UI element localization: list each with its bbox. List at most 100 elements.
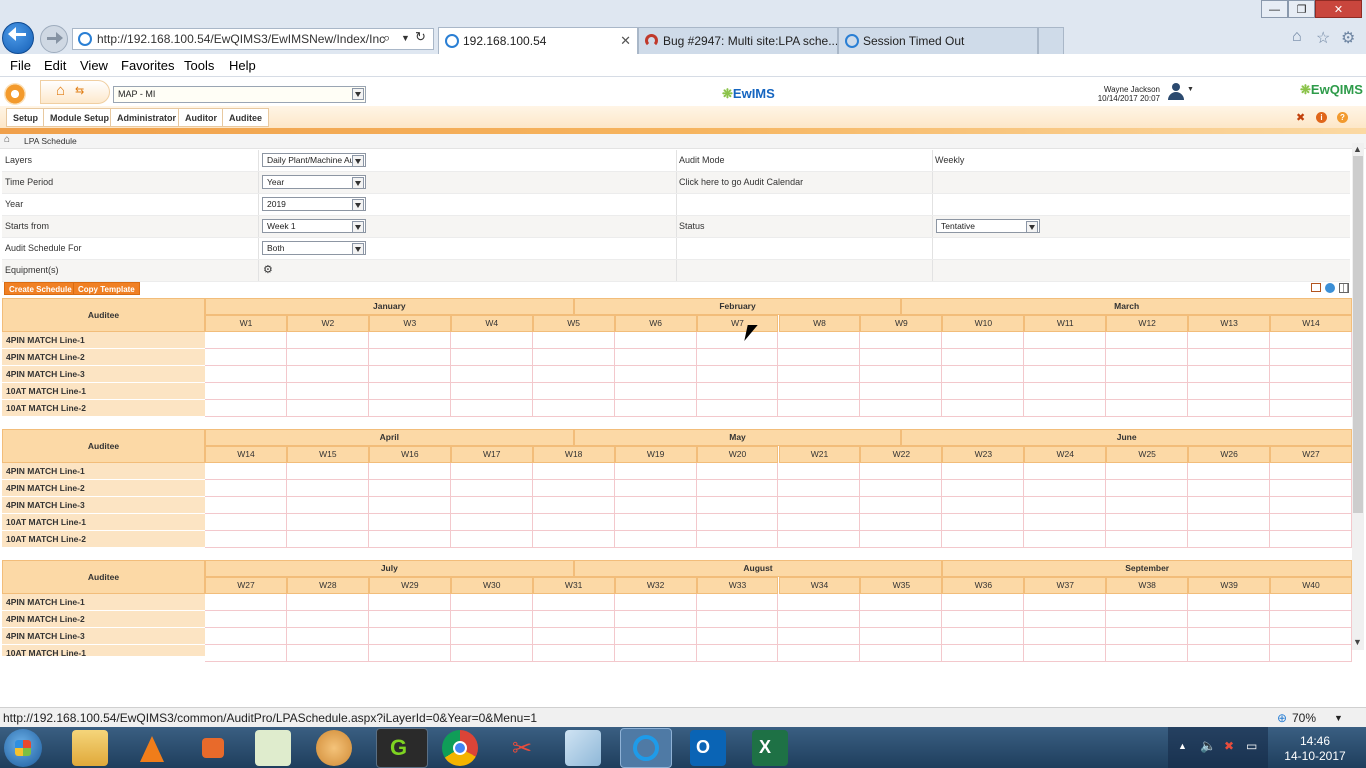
new-tab-button[interactable] — [1038, 27, 1064, 54]
schedule-cell[interactable] — [942, 594, 1025, 610]
schedule-cell[interactable] — [1024, 383, 1107, 399]
schedule-cell[interactable] — [1188, 383, 1271, 399]
schedule-cell[interactable] — [1106, 594, 1189, 610]
schedule-cell[interactable] — [369, 480, 451, 496]
schedule-cell[interactable] — [533, 480, 615, 496]
schedule-cell[interactable] — [451, 463, 533, 479]
schedule-cell[interactable] — [287, 497, 369, 513]
schedule-cell[interactable] — [369, 611, 451, 627]
schedule-cell[interactable] — [615, 366, 697, 382]
home-icon[interactable]: ⌂ — [56, 82, 65, 99]
schedule-cell[interactable] — [779, 383, 861, 399]
schedule-cell[interactable] — [533, 611, 615, 627]
schedule-cell[interactable] — [1024, 349, 1107, 365]
greenshot-icon[interactable]: G — [376, 728, 428, 768]
schedule-cell[interactable] — [615, 645, 697, 661]
schedule-cell[interactable] — [860, 531, 943, 547]
schedule-cell[interactable] — [1270, 463, 1352, 479]
schedule-cell[interactable] — [779, 645, 861, 661]
schedule-cell[interactable] — [451, 480, 533, 496]
schedule-cell[interactable] — [1270, 514, 1352, 530]
schedule-cell[interactable] — [1106, 497, 1189, 513]
schedule-cell[interactable] — [287, 366, 369, 382]
schedule-cell[interactable] — [369, 497, 451, 513]
schedule-cell[interactable] — [1270, 349, 1352, 365]
schedule-cell[interactable] — [1024, 480, 1107, 496]
schedule-cell[interactable] — [1270, 531, 1352, 547]
schedule-cell[interactable] — [942, 349, 1025, 365]
schedule-cell[interactable] — [533, 349, 615, 365]
notepad-icon[interactable] — [565, 730, 601, 766]
schedule-cell[interactable] — [1106, 400, 1189, 416]
schedule-cell[interactable] — [451, 628, 533, 644]
schedule-cell[interactable] — [287, 628, 369, 644]
forward-button[interactable] — [40, 25, 68, 53]
schedule-cell[interactable] — [615, 628, 697, 644]
menu-help[interactable]: Help — [229, 58, 256, 73]
schedule-cell[interactable] — [697, 594, 779, 610]
audit-calendar-link[interactable]: Click here to go Audit Calendar — [679, 172, 803, 193]
home-icon[interactable]: ⌂ — [4, 134, 10, 145]
schedule-cell[interactable] — [1106, 349, 1189, 365]
schedule-cell[interactable] — [287, 645, 369, 661]
schedule-cell[interactable] — [615, 480, 697, 496]
schedule-cell[interactable] — [205, 463, 287, 479]
calendar-icon[interactable] — [1311, 283, 1321, 292]
copy-template-button[interactable]: Copy Template — [73, 282, 140, 295]
schedule-cell[interactable] — [1024, 463, 1107, 479]
close-tab-icon[interactable]: ✕ — [620, 28, 631, 54]
year-select[interactable]: 2019 — [262, 197, 366, 211]
schedule-cell[interactable] — [697, 514, 779, 530]
schedule-cell[interactable] — [451, 400, 533, 416]
schedule-cell[interactable] — [697, 349, 779, 365]
schedule-cell[interactable] — [287, 514, 369, 530]
schedule-cell[interactable] — [779, 514, 861, 530]
schedule-cell[interactable] — [615, 332, 697, 348]
schedule-cell[interactable] — [697, 463, 779, 479]
schedule-cell[interactable] — [1188, 400, 1271, 416]
schedule-cell[interactable] — [1106, 611, 1189, 627]
schedule-cell[interactable] — [860, 349, 943, 365]
schedule-cell[interactable] — [615, 497, 697, 513]
tab-bug[interactable]: Bug #2947: Multi site:LPA sche... — [638, 27, 838, 54]
schedule-cell[interactable] — [451, 594, 533, 610]
schedule-cell[interactable] — [451, 497, 533, 513]
schedule-cell[interactable] — [942, 366, 1025, 382]
schedule-cell[interactable] — [205, 480, 287, 496]
globe-icon[interactable] — [1325, 283, 1335, 293]
schedule-cell[interactable] — [1188, 497, 1271, 513]
schedule-cell[interactable] — [1106, 645, 1189, 661]
schedule-cell[interactable] — [779, 531, 861, 547]
schedule-cell[interactable] — [779, 400, 861, 416]
grid-view-icon[interactable] — [1339, 283, 1349, 293]
schedule-cell[interactable] — [1188, 514, 1271, 530]
menu-view[interactable]: View — [80, 58, 108, 73]
schedule-cell[interactable] — [533, 383, 615, 399]
schedule-cell[interactable] — [942, 611, 1025, 627]
schedule-cell[interactable] — [533, 332, 615, 348]
tab-auditee[interactable]: Auditee — [222, 108, 270, 127]
schedule-cell[interactable] — [697, 628, 779, 644]
schedule-cell[interactable] — [1024, 594, 1107, 610]
schedule-cell[interactable] — [942, 514, 1025, 530]
speaker-icon[interactable]: 🔈 — [1200, 738, 1216, 754]
schedule-cell[interactable] — [697, 611, 779, 627]
address-bar[interactable]: http://192.168.100.54/EwQIMS3/EwIMSNew/I… — [72, 28, 434, 50]
chart-app-icon[interactable] — [255, 730, 291, 766]
schedule-cell[interactable] — [1270, 400, 1352, 416]
schedule-cell[interactable] — [1270, 645, 1352, 661]
schedule-cell[interactable] — [860, 366, 943, 382]
schedule-cell[interactable] — [1270, 611, 1352, 627]
close-window-button[interactable]: ✕ — [1315, 0, 1362, 18]
schedule-cell[interactable] — [1188, 594, 1271, 610]
layers-select[interactable]: Daily Plant/Machine Aud — [262, 153, 366, 167]
schedule-cell[interactable] — [1024, 645, 1107, 661]
schedule-cell[interactable] — [1106, 531, 1189, 547]
outlook-icon[interactable]: O — [690, 730, 726, 766]
schedule-cell[interactable] — [533, 366, 615, 382]
schedule-cell[interactable] — [1188, 480, 1271, 496]
schedule-cell[interactable] — [1106, 628, 1189, 644]
status-select[interactable]: Tentative — [936, 219, 1040, 233]
schedule-cell[interactable] — [369, 645, 451, 661]
starts-from-select[interactable]: Week 1 — [262, 219, 366, 233]
